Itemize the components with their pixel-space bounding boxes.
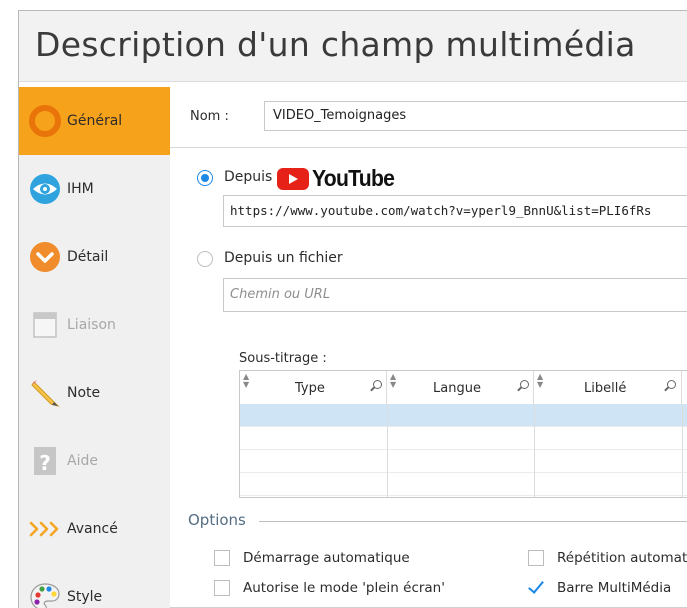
name-label: Nom : [190, 109, 229, 124]
youtube-url-value: https://www.youtube.com/watch?v=yperl9_B… [230, 203, 652, 218]
column-divider [534, 404, 535, 497]
help-question-icon: ? [27, 443, 63, 479]
fullscreen-checkbox[interactable] [214, 580, 230, 596]
sidebar-item-label: IHM [67, 181, 94, 197]
sidebar-item-label: Style [67, 589, 103, 605]
youtube-source-radio[interactable] [197, 170, 213, 186]
sort-icon: ▲ ▼ [243, 372, 250, 389]
file-path-placeholder: Chemin ou URL [230, 287, 331, 302]
general-ring-icon [27, 103, 63, 139]
sort-icon: ▲ ▼ [390, 372, 397, 389]
column-header-langue[interactable]: ▲ ▼ Langue [387, 371, 534, 404]
column-header-libelle[interactable]: ▲ ▼ Libellé [534, 371, 682, 404]
svg-text:?: ? [39, 451, 51, 475]
search-icon[interactable] [667, 380, 676, 389]
mediabar-label: Barre MultiMédia [557, 580, 672, 596]
sidebar-item-label: Général [67, 113, 123, 129]
sidebar-item-avance[interactable]: Avancé [19, 495, 170, 563]
sort-icon: ▲ ▼ [537, 372, 544, 389]
column-header-label: Type [295, 381, 325, 396]
sidebar-item-style[interactable]: Style [19, 563, 170, 608]
search-icon[interactable] [520, 380, 529, 389]
name-input[interactable]: VIDEO_Temoignages [264, 101, 687, 131]
fullscreen-label: Autorise le mode 'plein écran' [243, 580, 445, 596]
options-title: Options [188, 511, 246, 529]
repeat-label: Répétition automatique [557, 550, 687, 566]
table-row[interactable] [240, 473, 687, 496]
sidebar-item-general[interactable]: Général [19, 87, 184, 155]
sidebar: Général IHM Détail Liaison Note ? Aide A… [19, 87, 184, 608]
palette-icon [27, 579, 63, 608]
sidebar-item-label: Avancé [67, 521, 118, 537]
column-header-label: Libellé [584, 381, 627, 396]
autostart-label: Démarrage automatique [243, 550, 410, 566]
options-divider [259, 521, 687, 522]
column-divider [682, 404, 683, 497]
file-path-input[interactable]: Chemin ou URL [223, 278, 687, 312]
eye-icon [27, 171, 63, 207]
column-header-type[interactable]: ▲ ▼ Type [240, 371, 387, 404]
sidebar-item-label: Aide [67, 453, 98, 469]
youtube-logo: YouTube [277, 165, 401, 192]
separator [170, 147, 687, 148]
content-panel: Nom : VIDEO_Temoignages Depuis YouTube h… [170, 87, 687, 608]
detail-chevron-icon [27, 239, 63, 275]
dialog-title: Description d'un champ multimédia [35, 25, 636, 64]
file-source-label: Depuis un fichier [224, 250, 343, 266]
sidebar-item-liaison[interactable]: Liaison [19, 291, 170, 359]
table-row[interactable] [240, 427, 687, 450]
search-icon[interactable] [373, 380, 382, 389]
repeat-checkbox[interactable] [528, 550, 544, 566]
table-row[interactable] [240, 450, 687, 473]
name-input-value: VIDEO_Temoignages [273, 108, 407, 123]
link-window-icon [27, 307, 63, 343]
youtube-source-label: Depuis [224, 169, 273, 185]
sidebar-item-ihm[interactable]: IHM [19, 155, 170, 223]
sidebar-item-label: Note [67, 385, 101, 401]
file-source-radio[interactable] [197, 251, 213, 267]
dialog-window: Description d'un champ multimédia Généra… [18, 10, 687, 608]
column-divider [387, 404, 388, 497]
subtitles-table[interactable]: ▲ ▼ Type ▲ ▼ Langue ▲ ▼ Libellé [239, 370, 687, 498]
subtitles-label: Sous-titrage : [239, 351, 327, 366]
pencil-icon [27, 375, 63, 411]
name-row: Nom : VIDEO_Temoignages [184, 99, 687, 135]
sidebar-item-label: Liaison [67, 317, 116, 333]
autostart-checkbox[interactable] [214, 550, 230, 566]
youtube-url-input[interactable]: https://www.youtube.com/watch?v=yperl9_B… [223, 195, 687, 227]
table-row[interactable] [240, 404, 687, 427]
title-bar: Description d'un champ multimédia [19, 11, 687, 82]
sidebar-item-label: Détail [67, 249, 109, 265]
youtube-logo-text: YouTube [312, 165, 395, 191]
youtube-play-icon [277, 167, 309, 190]
sidebar-item-detail[interactable]: Détail [19, 223, 170, 291]
column-header-label: Langue [433, 381, 481, 396]
sidebar-item-note[interactable]: Note [19, 359, 170, 427]
sidebar-item-aide[interactable]: ? Aide [19, 427, 170, 495]
table-header: ▲ ▼ Type ▲ ▼ Langue ▲ ▼ Libellé [240, 371, 687, 405]
advanced-chevrons-icon [27, 511, 63, 547]
mediabar-checkbox[interactable] [528, 579, 544, 595]
